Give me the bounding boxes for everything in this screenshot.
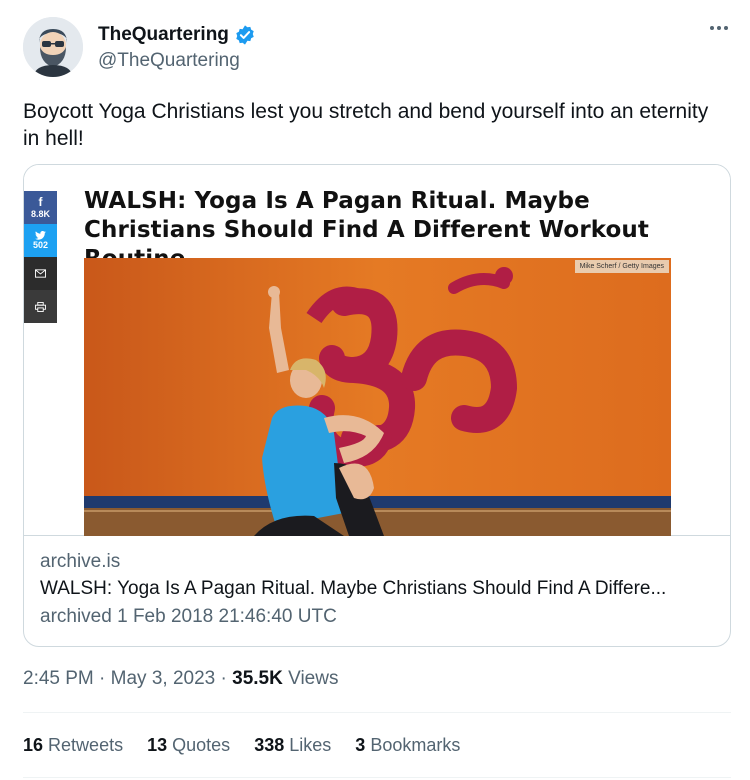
tweet-meta: 2:45 PM · May 3, 2023 · 35.5K Views xyxy=(23,668,338,690)
divider xyxy=(23,712,731,713)
avatar[interactable] xyxy=(23,17,83,77)
quotes-stat[interactable]: 13 Quotes xyxy=(147,735,230,756)
likes-stat[interactable]: 338 Likes xyxy=(254,735,331,756)
verified-badge-icon xyxy=(236,25,254,45)
photo-credit: Mike Scherf / Getty Images xyxy=(574,260,669,273)
bookmarks-stat[interactable]: 3 Bookmarks xyxy=(355,735,460,756)
divider xyxy=(23,777,731,778)
card-description: archived 1 Feb 2018 21:46:40 UTC xyxy=(40,606,337,627)
tweet-date[interactable]: May 3, 2023 xyxy=(111,668,216,689)
email-share-button[interactable] xyxy=(24,257,57,290)
card-domain: archive.is xyxy=(40,551,121,572)
share-sidebar: f 8.8K 502 xyxy=(24,191,58,323)
print-button[interactable] xyxy=(24,290,57,323)
tweet-text: Boycott Yoga Christians lest you stretch… xyxy=(23,100,709,150)
more-options-icon[interactable] xyxy=(710,26,728,30)
card-media: f 8.8K 502 WALSH: Yoga Is A Pagan Ritual… xyxy=(24,165,730,536)
yoga-om-photo xyxy=(84,258,671,536)
engagement-stats: 16 Retweets 13 Quotes 338 Likes 3 Bookma… xyxy=(23,735,460,756)
tweet-time[interactable]: 2:45 PM xyxy=(23,668,94,689)
twitter-share-button[interactable]: 502 xyxy=(24,224,57,257)
retweets-stat[interactable]: 16 Retweets xyxy=(23,735,123,756)
tweet: TheQuartering @TheQuartering Boycott Yog… xyxy=(0,0,750,780)
views-count: 35.5K xyxy=(232,668,283,689)
article-photo: Mike Scherf / Getty Images xyxy=(84,258,671,536)
card-title: WALSH: Yoga Is A Pagan Ritual. Maybe Chr… xyxy=(40,578,667,599)
facebook-share-button[interactable]: f 8.8K xyxy=(24,191,57,224)
link-card[interactable]: f 8.8K 502 WALSH: Yoga Is A Pagan Ritual… xyxy=(23,164,731,647)
views-label: Views xyxy=(288,668,339,689)
twitter-share-count: 502 xyxy=(32,240,49,250)
bookmarks-label: Bookmarks xyxy=(370,735,461,755)
likes-count: 338 xyxy=(254,735,285,755)
card-info: archive.is WALSH: Yoga Is A Pagan Ritual… xyxy=(40,549,666,631)
likes-label: Likes xyxy=(289,735,332,755)
facebook-share-count: 8.8K xyxy=(30,209,50,219)
author-name-row: TheQuartering xyxy=(98,24,256,46)
meta-separator: · xyxy=(99,668,106,689)
bird-icon xyxy=(35,231,46,240)
printer-icon xyxy=(35,301,46,312)
author-handle[interactable]: @TheQuartering xyxy=(98,50,240,72)
retweets-count: 16 xyxy=(23,735,44,755)
quotes-label: Quotes xyxy=(172,735,231,755)
bookmarks-count: 3 xyxy=(355,735,366,755)
quotes-count: 13 xyxy=(147,735,168,755)
bearded-man-avatar-icon xyxy=(23,17,83,77)
facebook-icon: f xyxy=(38,195,43,209)
meta-separator: · xyxy=(220,668,227,689)
retweets-label: Retweets xyxy=(48,735,124,755)
envelope-icon xyxy=(35,269,46,278)
author-display-name[interactable]: TheQuartering xyxy=(98,24,229,46)
